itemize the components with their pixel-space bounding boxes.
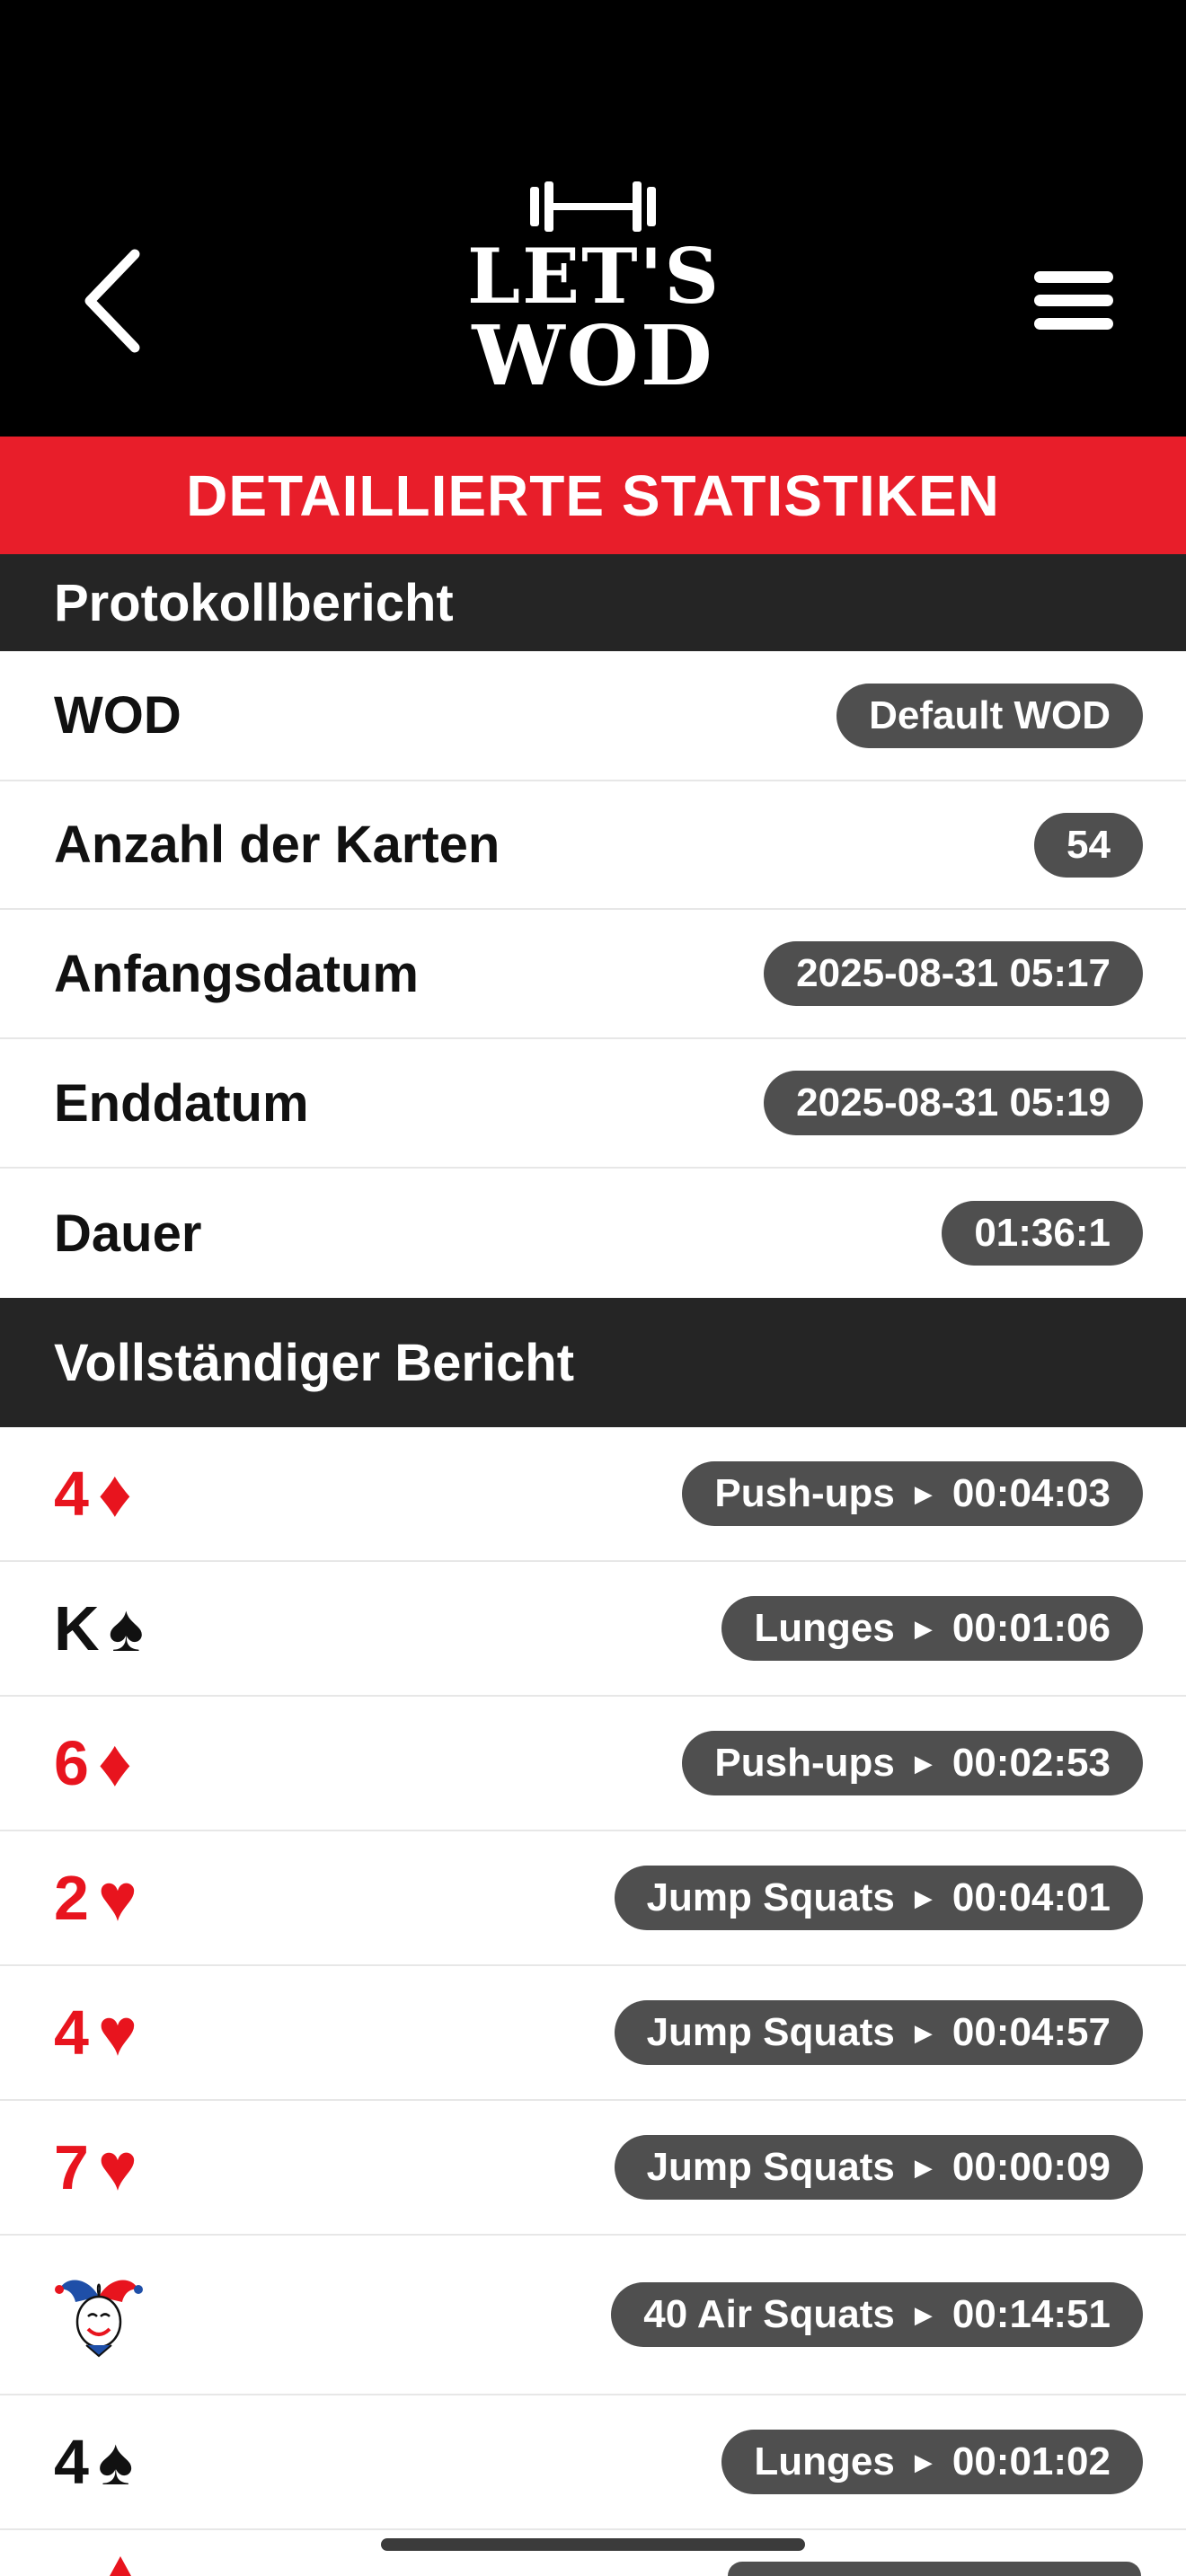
spade-suit-icon: ♠ — [97, 2424, 134, 2499]
home-indicator[interactable] — [381, 2538, 805, 2551]
card-rank: 4 — [54, 2427, 89, 2497]
exercise-time: 00:04:01 — [951, 1875, 1111, 1919]
card-row: 4 ♥ Jump Squats ▶ 00:04:57 — [0, 1966, 1186, 2101]
stat-value-badge: 2025-08-31 05:17 — [764, 941, 1143, 1006]
play-arrow-icon: ▶ — [914, 1749, 933, 1777]
stat-label: Enddatum — [54, 1073, 309, 1133]
card-row: 7 ♥ Jump Squats ▶ 00:00:09 — [0, 2101, 1186, 2236]
exercise-time-badge: Push-ups ▶ 00:04:03 — [682, 1461, 1143, 1526]
section-heading-log-report: Protokollbericht — [0, 554, 1186, 651]
card-row-partial — [0, 2553, 1186, 2576]
menu-button[interactable] — [1024, 260, 1123, 341]
stat-row-end-date: Enddatum 2025-08-31 05:19 — [0, 1039, 1186, 1169]
card-label: 2 ♥ — [54, 1862, 137, 1934]
card-label: 6 ♦ — [54, 1727, 132, 1799]
exercise-time: 00:02:53 — [951, 1741, 1111, 1785]
play-arrow-icon: ▶ — [914, 1614, 933, 1642]
heart-suit-icon: ♥ — [97, 1995, 137, 2069]
exercise-time: 00:14:51 — [951, 2292, 1111, 2336]
stat-label: WOD — [54, 686, 181, 745]
exercise-time: 00:04:03 — [951, 1471, 1111, 1515]
back-button[interactable] — [72, 243, 153, 359]
play-arrow-icon: ▶ — [914, 1479, 933, 1507]
exercise-name: Jump Squats — [646, 1875, 895, 1919]
page-title-banner: DETAILLIERTE STATISTIKEN — [0, 437, 1186, 554]
stat-value-badge: Default WOD — [836, 683, 1143, 748]
card-row: 4 ♠ Lunges ▶ 00:01:02 — [0, 2395, 1186, 2530]
exercise-name: Lunges — [754, 2439, 895, 2483]
exercise-name: Push-ups — [714, 1741, 895, 1785]
diamond-suit-icon: ♦ — [97, 1725, 132, 1800]
joker-icon — [55, 2280, 143, 2358]
card-label: 7 ♥ — [54, 2131, 137, 2203]
stat-label: Dauer — [54, 1204, 202, 1263]
card-row: K ♠ Lunges ▶ 00:01:06 — [0, 1562, 1186, 1697]
heart-suit-icon: ♥ — [97, 1860, 137, 1935]
card-rank: 4 — [54, 1459, 89, 1529]
app-header: LET'S WOD — [0, 0, 1186, 437]
card-row: 40 Air Squats ▶ 00:14:51 — [0, 2236, 1186, 2395]
card-row: 4 ♦ Push-ups ▶ 00:04:03 — [0, 1427, 1186, 1562]
card-row: 2 ♥ Jump Squats ▶ 00:04:01 — [0, 1831, 1186, 1966]
stat-label: Anzahl der Karten — [54, 816, 500, 874]
chevron-left-icon — [84, 249, 140, 353]
card-label: 4 ♥ — [54, 1997, 137, 2069]
play-arrow-icon: ▶ — [914, 1883, 933, 1911]
stat-row-start-date: Anfangsdatum 2025-08-31 05:17 — [0, 910, 1186, 1039]
exercise-name: Jump Squats — [646, 2010, 895, 2054]
stat-value-badge: 01:36:1 — [942, 1201, 1143, 1266]
card-label: K ♠ — [54, 1592, 144, 1664]
exercise-time-badge: Jump Squats ▶ 00:00:09 — [614, 2135, 1143, 2200]
exercise-time-badge: Lunges ▶ 00:01:02 — [721, 2430, 1143, 2494]
exercise-name: 40 Air Squats — [643, 2292, 895, 2336]
stat-value-badge: 2025-08-31 05:19 — [764, 1071, 1143, 1135]
exercise-time: 00:04:57 — [951, 2010, 1111, 2054]
card-rank: 2 — [54, 1863, 89, 1933]
exercise-name: Push-ups — [714, 1471, 895, 1515]
exercise-time: 00:01:06 — [951, 1606, 1111, 1650]
exercise-time: 00:01:02 — [951, 2439, 1111, 2483]
exercise-time: 00:00:09 — [951, 2145, 1111, 2189]
logo-text-line2: WOD — [472, 307, 714, 404]
card-rank: 6 — [54, 1728, 89, 1798]
exercise-time-badge: Jump Squats ▶ 00:04:01 — [614, 1866, 1143, 1930]
stat-row-duration: Dauer 01:36:1 — [0, 1169, 1186, 1298]
badge-partial — [728, 2562, 1141, 2576]
exercise-name: Jump Squats — [646, 2145, 895, 2189]
stat-value-badge: 54 — [1034, 812, 1143, 878]
play-arrow-icon: ▶ — [914, 2448, 933, 2475]
stat-row-wod: WOD Default WOD — [0, 651, 1186, 781]
exercise-name: Lunges — [754, 1606, 895, 1650]
logo-text-line1: LET'S — [467, 232, 721, 321]
section-heading-full-report: Vollständiger Bericht — [0, 1298, 1186, 1427]
card-rank: K — [54, 1593, 100, 1663]
hamburger-menu-icon — [1034, 271, 1113, 330]
diamond-suit-icon: ♦ — [97, 1456, 132, 1531]
heart-suit-icon: ♥ — [97, 2130, 137, 2204]
card-label: 4 ♠ — [54, 2426, 133, 2498]
card-row: 6 ♦ Push-ups ▶ 00:02:53 — [0, 1697, 1186, 1831]
spade-suit-icon: ♠ — [108, 1591, 144, 1665]
barbell-icon — [530, 181, 656, 232]
diamond-suit-icon — [110, 2556, 131, 2576]
stat-row-card-count: Anzahl der Karten 54 — [0, 781, 1186, 910]
exercise-time-badge: Jump Squats ▶ 00:04:57 — [614, 2000, 1143, 2065]
exercise-time-badge: Push-ups ▶ 00:02:53 — [682, 1731, 1143, 1795]
app-logo: LET'S WOD — [467, 180, 719, 413]
card-label — [54, 2270, 144, 2360]
exercise-time-badge: 40 Air Squats ▶ 00:14:51 — [611, 2282, 1143, 2347]
play-arrow-icon: ▶ — [914, 2153, 933, 2181]
stat-label: Anfangsdatum — [54, 944, 419, 1003]
card-rank: 4 — [54, 1998, 89, 2068]
card-rank: 7 — [54, 2132, 89, 2202]
card-label: 4 ♦ — [54, 1458, 132, 1530]
play-arrow-icon: ▶ — [914, 2018, 933, 2046]
play-arrow-icon: ▶ — [914, 2300, 933, 2328]
exercise-time-badge: Lunges ▶ 00:01:06 — [721, 1596, 1143, 1661]
